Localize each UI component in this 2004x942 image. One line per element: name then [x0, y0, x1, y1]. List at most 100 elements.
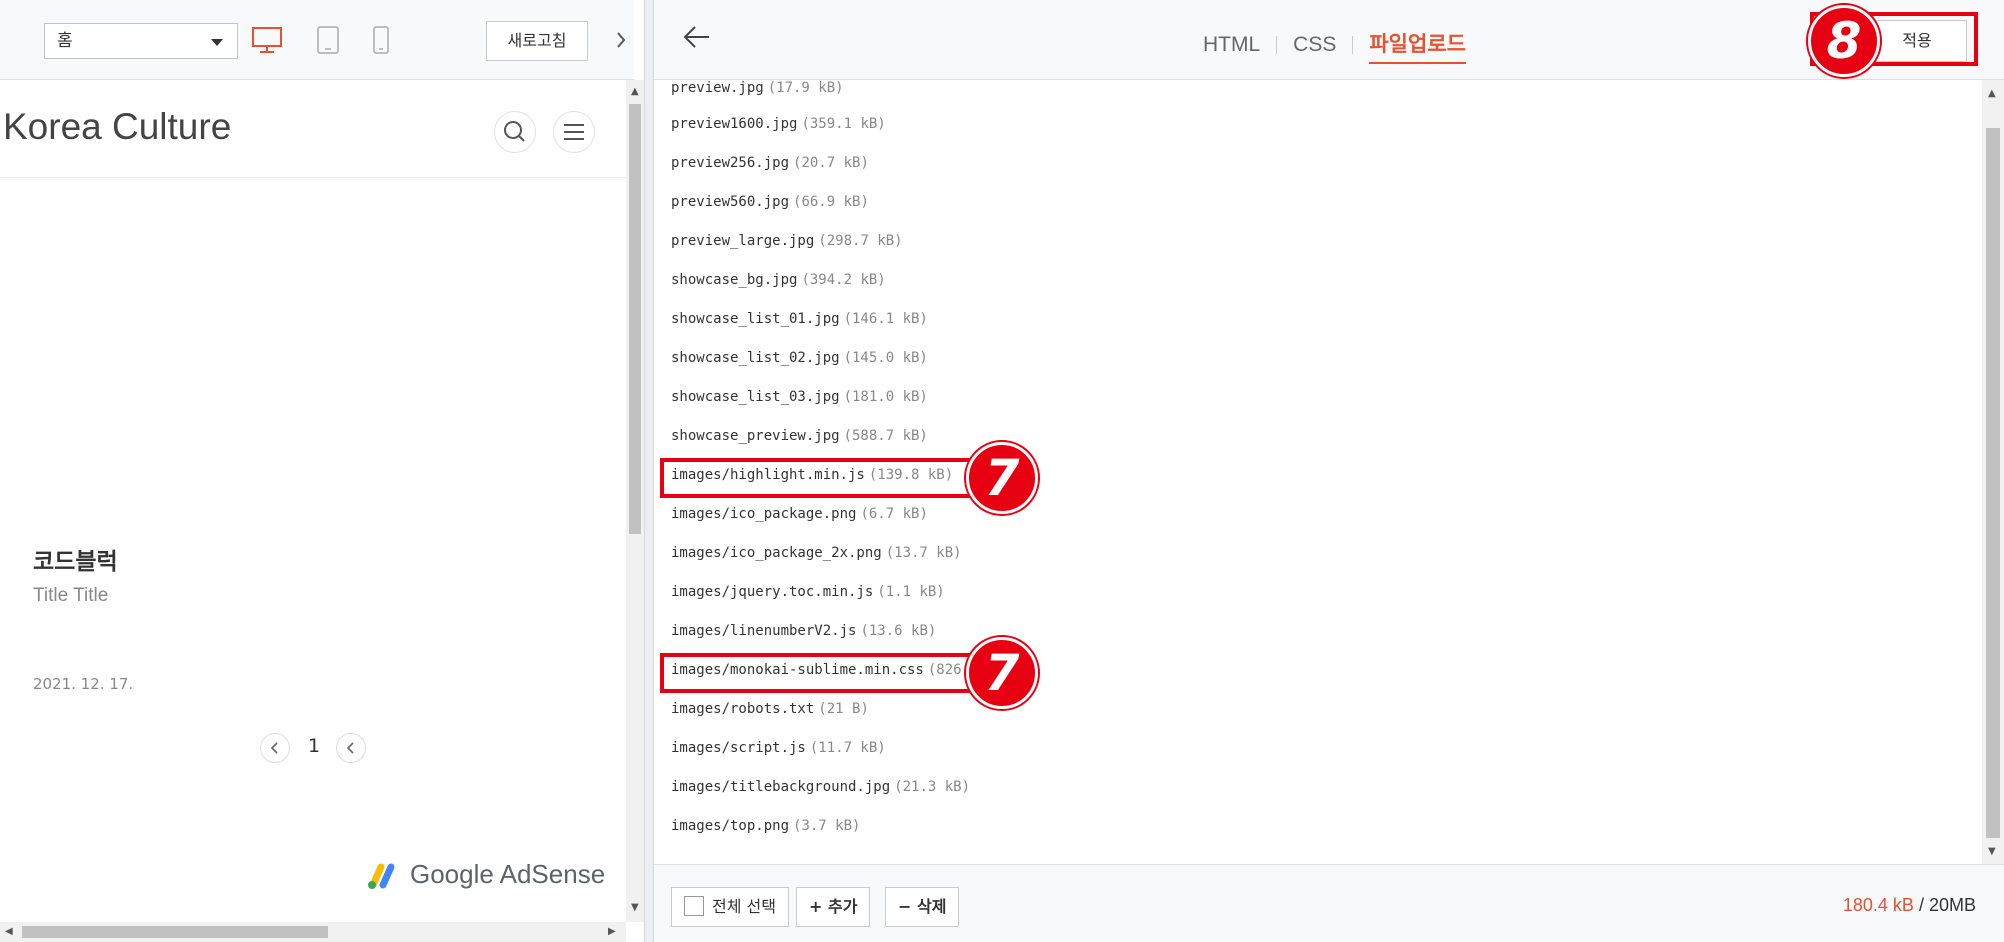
file-size: (359.1 kB)	[801, 116, 886, 132]
page-number[interactable]: 1	[308, 735, 320, 757]
file-size: (298.7 kB)	[818, 233, 903, 249]
file-list-scrollbar[interactable]: ▲ ▼	[1982, 80, 2004, 864]
page-select-value: 홈	[57, 31, 73, 51]
tab-separator	[1352, 36, 1354, 55]
file-size: (13.6 kB)	[860, 623, 937, 639]
divider	[0, 177, 626, 178]
scroll-up-icon[interactable]: ▲	[1988, 88, 1996, 99]
file-item[interactable]: showcase_list_01.jpg (146.1 kB)	[671, 311, 928, 335]
file-item[interactable]: preview560.jpg (66.9 kB)	[671, 194, 869, 218]
scrollbar-thumb[interactable]	[22, 926, 328, 938]
preview-panel: 홈 새로고침 Korea Culture 코드블럭 Title Title 20…	[0, 0, 644, 942]
file-size: (20.7 kB)	[793, 155, 869, 171]
tab-html[interactable]: HTML	[1203, 33, 1260, 61]
file-name: showcase_list_01.jpg	[671, 311, 840, 327]
file-item[interactable]: showcase_list_02.jpg (145.0 kB)	[671, 350, 928, 374]
tab-css[interactable]: CSS	[1293, 33, 1336, 61]
scroll-up-icon[interactable]: ▲	[631, 86, 639, 97]
next-page-button[interactable]	[336, 733, 366, 763]
file-size: (17.9 kB)	[767, 80, 844, 96]
file-item[interactable]: images/top.png (3.7 kB)	[671, 818, 860, 842]
post-date: 2021. 12. 17.	[33, 675, 134, 693]
file-item[interactable]: preview1600.jpg (359.1 kB)	[671, 116, 886, 140]
file-name: images/script.js	[671, 740, 806, 756]
file-item[interactable]: images/script.js (11.7 kB)	[671, 740, 886, 764]
file-name: preview_large.jpg	[671, 233, 815, 249]
page-select[interactable]: 홈	[44, 23, 238, 59]
file-size: (181.0 kB)	[843, 389, 928, 405]
file-item[interactable]: images/robots.txt (21 B)	[671, 701, 869, 725]
file-size: (146.1 kB)	[843, 311, 928, 327]
scrollbar-thumb[interactable]	[1986, 128, 2000, 838]
file-size: (21 B)	[818, 701, 869, 717]
select-all-checkbox[interactable]	[684, 896, 704, 916]
delete-file-button[interactable]: − 삭제	[885, 887, 960, 927]
mobile-icon[interactable]	[372, 26, 390, 58]
file-item[interactable]: showcase_list_03.jpg (181.0 kB)	[671, 389, 928, 413]
file-item[interactable]: images/ico_package.png (6.7 kB)	[671, 506, 928, 530]
menu-icon[interactable]	[553, 111, 595, 153]
adsense-logo-icon	[368, 863, 395, 889]
chevron-right-icon[interactable]	[616, 30, 626, 54]
file-item[interactable]: preview.jpg (17.9 kB)	[671, 80, 844, 104]
file-size: (588.7 kB)	[843, 428, 928, 444]
file-name: showcase_bg.jpg	[671, 272, 798, 288]
file-size: (145.0 kB)	[843, 350, 928, 366]
tab-separator	[1276, 36, 1278, 55]
site-preview: Korea Culture 코드블럭 Title Title 2021. 12.…	[0, 80, 626, 922]
file-name: preview1600.jpg	[671, 116, 798, 132]
scroll-right-icon[interactable]: ▶	[608, 926, 616, 937]
file-size: (3.7 kB)	[793, 818, 861, 834]
refresh-button[interactable]: 새로고침	[486, 21, 588, 61]
file-size: (11.7 kB)	[809, 740, 886, 756]
file-size: (21.3 kB)	[894, 779, 971, 795]
file-item[interactable]: images/ico_package_2x.png (13.7 kB)	[671, 545, 962, 569]
desktop-icon[interactable]	[252, 26, 282, 58]
file-name: showcase_preview.jpg	[671, 428, 840, 444]
file-name: images/titlebackground.jpg	[671, 779, 891, 795]
file-name: showcase_list_02.jpg	[671, 350, 840, 366]
search-icon[interactable]	[494, 111, 536, 153]
editor-tabs: HTML CSS 파일업로드	[1203, 28, 1466, 64]
file-item[interactable]: preview_large.jpg (298.7 kB)	[671, 233, 903, 257]
file-item[interactable]: images/jquery.toc.min.js (1.1 kB)	[671, 584, 945, 608]
highlight-file-monokai-css	[660, 653, 978, 693]
file-name: images/linenumberV2.js	[671, 623, 857, 639]
add-file-button[interactable]: + 추가	[796, 887, 871, 927]
file-name: preview560.jpg	[671, 194, 790, 210]
file-size: (13.7 kB)	[885, 545, 962, 561]
file-item[interactable]: showcase_preview.jpg (588.7 kB)	[671, 428, 928, 452]
file-name: images/robots.txt	[671, 701, 815, 717]
scroll-left-icon[interactable]: ◀	[5, 926, 13, 937]
scroll-down-icon[interactable]: ▼	[1988, 846, 1996, 857]
file-name: preview.jpg	[671, 80, 764, 96]
prev-page-button[interactable]	[260, 733, 290, 763]
scrollbar-thumb[interactable]	[629, 104, 641, 534]
post-title[interactable]: 코드블럭	[33, 542, 118, 576]
step-badge-7: 7	[966, 637, 1038, 709]
tablet-icon[interactable]	[316, 26, 340, 58]
file-item[interactable]: images/linenumberV2.js (13.6 kB)	[671, 623, 936, 647]
file-name: images/ico_package.png	[671, 506, 857, 522]
file-name: images/jquery.toc.min.js	[671, 584, 874, 600]
preview-vertical-scrollbar[interactable]: ▲ ▼	[626, 80, 644, 922]
file-size: (1.1 kB)	[877, 584, 945, 600]
panel-divider[interactable]	[644, 0, 654, 942]
tab-file-upload[interactable]: 파일업로드	[1369, 28, 1466, 64]
file-name: showcase_list_03.jpg	[671, 389, 840, 405]
file-item[interactable]: preview256.jpg (20.7 kB)	[671, 155, 869, 179]
editor-header: HTML CSS 파일업로드 적용	[654, 0, 2004, 80]
caret-down-icon	[211, 39, 223, 46]
file-name: images/top.png	[671, 818, 790, 834]
back-arrow-icon[interactable]	[682, 22, 712, 56]
file-size: (66.9 kB)	[793, 194, 869, 210]
file-size: (6.7 kB)	[860, 506, 928, 522]
scroll-down-icon[interactable]: ▼	[631, 902, 639, 913]
preview-horizontal-scrollbar[interactable]: ◀ ▶	[0, 922, 626, 942]
usage-used: 180.4 kB	[1842, 895, 1914, 915]
file-item[interactable]: showcase_bg.jpg (394.2 kB)	[671, 272, 886, 296]
file-item[interactable]: images/titlebackground.jpg (21.3 kB)	[671, 779, 970, 803]
select-all-button[interactable]: 전체 선택	[671, 887, 789, 927]
file-size: (394.2 kB)	[801, 272, 886, 288]
site-title[interactable]: Korea Culture	[3, 106, 231, 148]
